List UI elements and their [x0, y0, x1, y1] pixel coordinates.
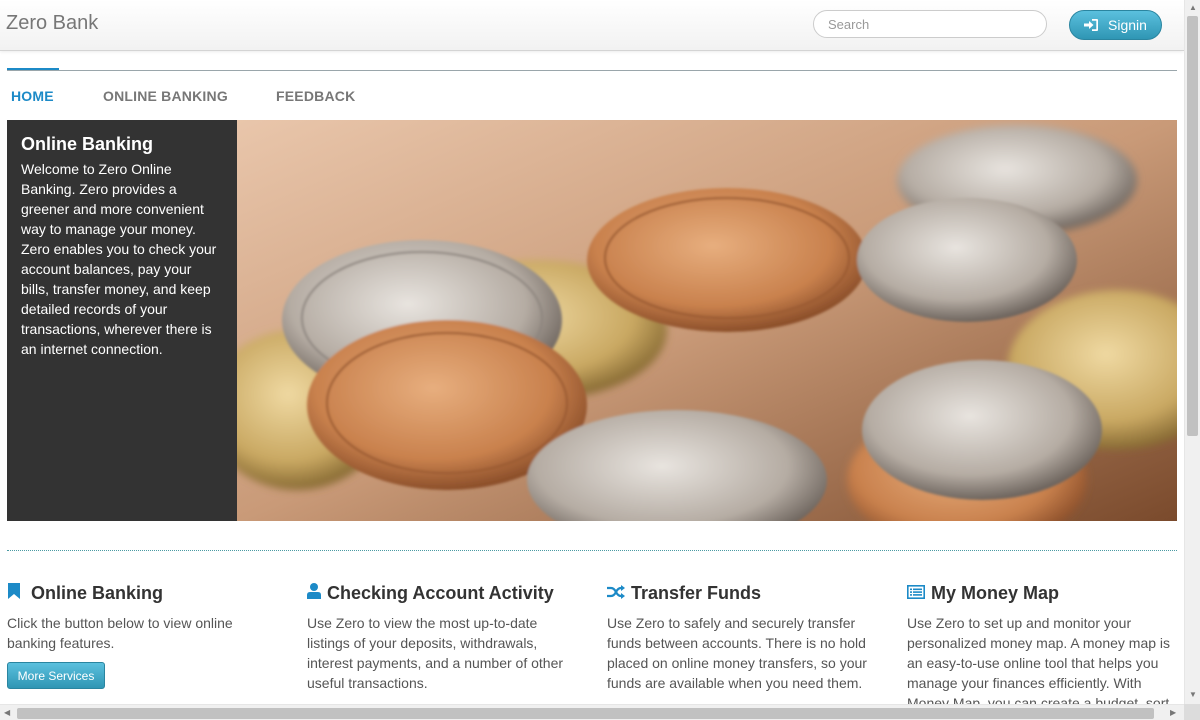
- vertical-scroll-thumb[interactable]: [1187, 16, 1198, 436]
- list-alt-icon: [907, 583, 925, 604]
- feature-money-map: My Money Map Use Zero to set up and moni…: [907, 582, 1177, 713]
- scroll-left-icon[interactable]: ◀: [4, 708, 10, 718]
- feature-title: Transfer Funds: [631, 582, 762, 603]
- vertical-scrollbar[interactable]: ▲ ▼: [1184, 0, 1200, 704]
- feature-text: Use Zero to set up and monitor your pers…: [907, 615, 1171, 711]
- search-input[interactable]: [813, 10, 1047, 38]
- user-icon: [307, 582, 321, 604]
- hero-carousel: Online Banking Welcome to Zero Online Ba…: [7, 120, 1177, 521]
- feature-title: Checking Account Activity: [327, 582, 554, 603]
- horizontal-scroll-thumb[interactable]: [17, 708, 1154, 719]
- feature-heading: Transfer Funds: [607, 582, 877, 604]
- feature-text: Use Zero to safely and securely transfer…: [607, 615, 867, 691]
- feature-text: Use Zero to view the most up-to-date lis…: [307, 615, 564, 691]
- hero-text: Welcome to Zero Online Banking. Zero pro…: [21, 161, 217, 357]
- sign-in-icon: [1084, 19, 1099, 31]
- top-navbar: Zero Bank Signin: [0, 0, 1184, 51]
- scrollbar-corner: [1184, 704, 1200, 720]
- feature-transfer-funds: Transfer Funds Use Zero to safely and se…: [607, 582, 877, 693]
- brand-logo[interactable]: Zero Bank: [6, 12, 98, 35]
- feature-title: Online Banking: [31, 582, 164, 603]
- more-services-button[interactable]: More Services: [7, 662, 105, 689]
- feature-heading: My Money Map: [907, 582, 1177, 604]
- hero-caption: Online Banking Welcome to Zero Online Ba…: [7, 120, 237, 521]
- tab-feedback[interactable]: FEEDBACK: [276, 88, 355, 104]
- scroll-right-icon[interactable]: ▶: [1170, 708, 1176, 718]
- horizontal-scrollbar[interactable]: ◀ ▶: [0, 704, 1184, 720]
- tab-online-banking[interactable]: ONLINE BANKING: [103, 88, 228, 104]
- feature-title: My Money Map: [931, 582, 1060, 603]
- coins-image: [237, 120, 1177, 521]
- hero-title: Online Banking: [21, 134, 154, 154]
- feature-online-banking: Online Banking Click the button below to…: [7, 582, 277, 653]
- feature-text: Click the button below to view online ba…: [7, 615, 233, 651]
- signin-label: Signin: [1108, 17, 1147, 33]
- feature-checking-activity: Checking Account Activity Use Zero to vi…: [307, 582, 577, 693]
- scroll-down-icon[interactable]: ▼: [1189, 690, 1197, 700]
- scroll-up-icon[interactable]: ▲: [1189, 3, 1197, 13]
- bookmark-icon: [7, 582, 21, 604]
- tab-divider: [7, 70, 1177, 71]
- feature-heading: Online Banking: [7, 582, 277, 604]
- feature-heading: Checking Account Activity: [307, 582, 577, 604]
- signin-button[interactable]: Signin: [1069, 10, 1162, 40]
- shuffle-icon: [607, 583, 625, 604]
- tab-home[interactable]: HOME: [11, 88, 54, 104]
- section-divider: [7, 550, 1177, 551]
